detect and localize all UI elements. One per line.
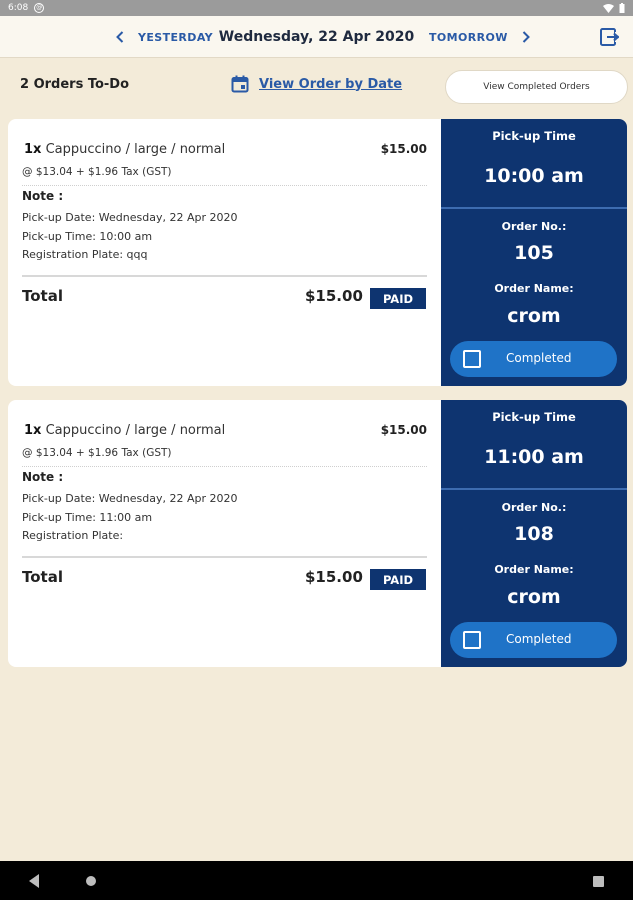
checkbox-icon (463, 350, 481, 368)
pickup-date: Pick-up Date: Wednesday, 22 Apr 2020 (22, 211, 238, 224)
chevron-right-icon (522, 31, 530, 43)
order-number: 108 (514, 523, 554, 545)
order-number: 105 (514, 242, 554, 264)
pickup-time-value: 11:00 am (484, 446, 584, 468)
pickup-date: Pick-up Date: Wednesday, 22 Apr 2020 (22, 492, 238, 505)
item-name: Cappuccino / large / normal (45, 423, 226, 438)
order-summary-panel: Pick-up Time 10:00 am Order No.: 105 Ord… (441, 119, 627, 386)
logout-icon[interactable] (599, 27, 619, 47)
dotted-divider (22, 185, 427, 186)
pickup-time-block: Pick-up Time 10:00 am (441, 119, 627, 209)
chevron-left-icon (116, 31, 124, 43)
completed-label: Completed (506, 351, 572, 365)
total-value: $15.00 (305, 287, 363, 305)
tomorrow-button[interactable]: TOMORROW (429, 16, 530, 58)
order-item: 1x Cappuccino / large / normal (24, 142, 225, 157)
tax-breakdown: @ $13.04 + $1.96 Tax (GST) (22, 166, 172, 178)
note-label: Note : (22, 470, 64, 484)
yesterday-label: YESTERDAY (138, 30, 214, 44)
pickup-time-block: Pick-up Time 11:00 am (441, 400, 627, 490)
order-name-label: Order Name: (494, 563, 574, 576)
completed-checkbox-button[interactable]: Completed (450, 622, 617, 658)
item-quantity: 1x (24, 142, 42, 157)
status-bar: 6:08 @ (0, 0, 633, 16)
note-label: Note : (22, 189, 64, 203)
system-navigation-bar (0, 861, 633, 900)
total-label: Total (22, 287, 63, 305)
item-quantity: 1x (24, 423, 42, 438)
orders-to-do-count: 2 Orders To-Do (20, 77, 130, 92)
date-navigation: YESTERDAY Wednesday, 22 Apr 2020 TOMORRO… (0, 16, 633, 58)
yesterday-button[interactable]: YESTERDAY (116, 16, 213, 58)
order-name-label: Order Name: (494, 282, 574, 295)
order-name: crom (507, 586, 561, 608)
order-details: 1x Cappuccino / large / normal $15.00 @ … (8, 400, 441, 667)
battery-icon (619, 3, 625, 13)
pickup-time-label: Pick-up Time (492, 129, 576, 143)
paid-badge: PAID (370, 288, 426, 309)
order-card: 1x Cappuccino / large / normal $15.00 @ … (8, 400, 627, 667)
view-order-by-date-label: View Order by Date (259, 76, 403, 92)
view-order-by-date-link[interactable]: View Order by Date (231, 75, 402, 93)
completed-checkbox-button[interactable]: Completed (450, 341, 617, 377)
total-label: Total (22, 568, 63, 586)
order-item: 1x Cappuccino / large / normal (24, 423, 225, 438)
current-date: Wednesday, 22 Apr 2020 (218, 29, 415, 45)
total-divider (22, 556, 427, 558)
recent-apps-icon[interactable] (593, 876, 604, 887)
pickup-time-value: 10:00 am (484, 165, 584, 187)
wifi-icon (603, 3, 614, 13)
back-icon[interactable] (29, 874, 39, 888)
order-summary-panel: Pick-up Time 11:00 am Order No.: 108 Ord… (441, 400, 627, 667)
pickup-time-detail: Pick-up Time: 11:00 am (22, 511, 153, 524)
pickup-time-detail: Pick-up Time: 10:00 am (22, 230, 153, 243)
orders-toolbar: 2 Orders To-Do View Order by Date View C… (0, 58, 633, 116)
checkbox-icon (463, 631, 481, 649)
order-card: 1x Cappuccino / large / normal $15.00 @ … (8, 119, 627, 386)
calendar-icon (231, 75, 249, 93)
tomorrow-label: TOMORROW (429, 30, 508, 44)
tax-breakdown: @ $13.04 + $1.96 Tax (GST) (22, 447, 172, 459)
notification-icon: @ (34, 3, 45, 13)
dotted-divider (22, 466, 427, 467)
completed-label: Completed (506, 632, 572, 646)
paid-badge: PAID (370, 569, 426, 590)
order-name: crom (507, 305, 561, 327)
home-icon[interactable] (86, 876, 96, 886)
item-price: $15.00 (380, 423, 427, 437)
total-value: $15.00 (305, 568, 363, 586)
total-divider (22, 275, 427, 277)
registration-plate: Registration Plate: (22, 529, 124, 542)
order-number-label: Order No.: (501, 501, 567, 514)
view-completed-orders-button[interactable]: View Completed Orders (445, 70, 628, 104)
pickup-time-label: Pick-up Time (492, 410, 576, 424)
order-number-label: Order No.: (501, 220, 567, 233)
registration-plate: Registration Plate: qqq (22, 248, 148, 261)
order-details: 1x Cappuccino / large / normal $15.00 @ … (8, 119, 441, 386)
item-name: Cappuccino / large / normal (45, 142, 226, 157)
status-time: 6:08 (8, 3, 29, 13)
item-price: $15.00 (380, 142, 427, 156)
